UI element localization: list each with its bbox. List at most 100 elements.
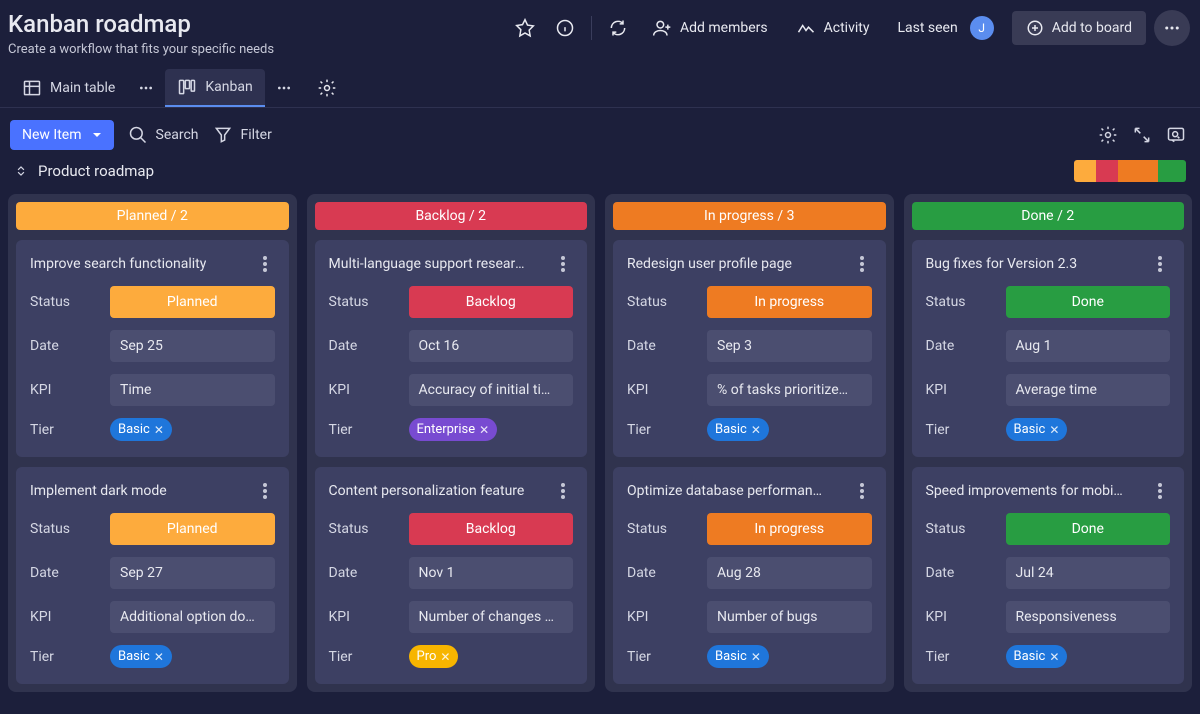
chip-remove-icon[interactable]: ✕	[1049, 423, 1059, 437]
kpi-value[interactable]: % of tasks prioritize…	[707, 374, 872, 406]
chip-remove-icon[interactable]: ✕	[751, 423, 761, 437]
card-menu-button[interactable]	[1150, 481, 1170, 501]
tier-value[interactable]: Basic ✕	[110, 418, 275, 441]
star-icon[interactable]	[509, 12, 541, 44]
date-value[interactable]: Nov 1	[409, 557, 574, 589]
tier-value[interactable]: Basic ✕	[1006, 418, 1171, 441]
field-tier: Tier Basic ✕	[30, 645, 275, 668]
chip-remove-icon[interactable]: ✕	[154, 423, 164, 437]
avatar[interactable]: J	[970, 16, 994, 40]
column-header[interactable]: Backlog / 2	[315, 202, 588, 230]
date-value[interactable]: Sep 3	[707, 330, 872, 362]
status-value[interactable]: Done	[1006, 513, 1171, 545]
card-title[interactable]: Optimize database performance	[627, 483, 827, 499]
card-menu-button[interactable]	[553, 254, 573, 274]
tab-kanban[interactable]: Kanban	[165, 69, 264, 107]
date-value[interactable]: Oct 16	[409, 330, 574, 362]
kanban-card[interactable]: Optimize database performance Status In …	[613, 467, 886, 684]
tier-value[interactable]: Enterprise ✕	[409, 418, 574, 441]
card-menu-button[interactable]	[1150, 254, 1170, 274]
progress-summary[interactable]	[1074, 160, 1186, 182]
field-status: Status In progress	[627, 286, 872, 318]
kpi-value[interactable]: Additional option do…	[110, 601, 275, 633]
column-header[interactable]: In progress / 3	[613, 202, 886, 230]
search-button[interactable]: Search	[128, 125, 199, 145]
refresh-icon[interactable]	[602, 12, 634, 44]
kanban-card[interactable]: Speed improvements for mobile a… Status …	[912, 467, 1185, 684]
kpi-value[interactable]: Number of bugs	[707, 601, 872, 633]
collapse-icon[interactable]	[1132, 125, 1152, 145]
info-icon[interactable]	[549, 12, 581, 44]
more-menu-button[interactable]	[1154, 10, 1190, 46]
comment-search-icon[interactable]	[1166, 125, 1186, 145]
card-title[interactable]: Bug fixes for Version 2.3	[926, 256, 1078, 272]
tier-value[interactable]: Pro ✕	[409, 645, 574, 668]
view-settings-icon[interactable]	[311, 72, 343, 104]
date-value[interactable]: Sep 25	[110, 330, 275, 362]
add-members-button[interactable]: Add members	[642, 12, 778, 44]
kpi-value[interactable]: Responsiveness	[1006, 601, 1171, 633]
column-header[interactable]: Planned / 2	[16, 202, 289, 230]
status-value[interactable]: Backlog	[409, 513, 574, 545]
card-menu-button[interactable]	[255, 481, 275, 501]
status-value[interactable]: Planned	[110, 513, 275, 545]
date-value[interactable]: Aug 1	[1006, 330, 1171, 362]
chip-remove-icon[interactable]: ✕	[479, 423, 489, 437]
kpi-value[interactable]: Time	[110, 374, 275, 406]
date-value[interactable]: Aug 28	[707, 557, 872, 589]
chip-remove-icon[interactable]: ✕	[154, 650, 164, 664]
tab-main-table[interactable]: Main table	[10, 70, 127, 106]
card-menu-button[interactable]	[852, 481, 872, 501]
tier-value[interactable]: Basic ✕	[707, 645, 872, 668]
card-menu-button[interactable]	[852, 254, 872, 274]
tier-value[interactable]: Basic ✕	[1006, 645, 1171, 668]
kpi-value[interactable]: Accuracy of initial ti…	[409, 374, 574, 406]
tab-kanban-more[interactable]	[271, 75, 297, 101]
field-label: KPI	[30, 609, 102, 625]
card-title[interactable]: Implement dark mode	[30, 483, 167, 499]
card-title[interactable]: Content personalization feature	[329, 483, 525, 499]
card-title[interactable]: Speed improvements for mobile a…	[926, 483, 1126, 499]
field-label: Date	[329, 338, 401, 354]
card-menu-button[interactable]	[255, 254, 275, 274]
filter-button[interactable]: Filter	[213, 125, 272, 145]
card-title[interactable]: Improve search functionality	[30, 256, 206, 272]
section-left[interactable]: Product roadmap	[14, 162, 154, 180]
chip-remove-icon[interactable]: ✕	[1049, 650, 1059, 664]
field-label: KPI	[627, 609, 699, 625]
kanban-card[interactable]: Improve search functionality Status Plan…	[16, 240, 289, 457]
status-value[interactable]: Backlog	[409, 286, 574, 318]
page-header: Kanban roadmap Create a workflow that fi…	[0, 0, 1200, 61]
last-seen[interactable]: Last seen J	[887, 10, 1003, 46]
field-date: Date Sep 25	[30, 330, 275, 362]
chip-remove-icon[interactable]: ✕	[751, 650, 761, 664]
kanban-card[interactable]: Bug fixes for Version 2.3 Status Done Da…	[912, 240, 1185, 457]
kanban-card[interactable]: Implement dark mode Status Planned Date …	[16, 467, 289, 684]
kanban-card[interactable]: Redesign user profile page Status In pro…	[613, 240, 886, 457]
kpi-value[interactable]: Average time	[1006, 374, 1171, 406]
column-header[interactable]: Done / 2	[912, 202, 1185, 230]
date-value[interactable]: Jul 24	[1006, 557, 1171, 589]
status-value[interactable]: In progress	[707, 513, 872, 545]
date-value[interactable]: Sep 27	[110, 557, 275, 589]
tab-main-table-more[interactable]	[133, 75, 159, 101]
card-menu-button[interactable]	[553, 481, 573, 501]
card-title[interactable]: Multi-language support research	[329, 256, 529, 272]
chip-remove-icon[interactable]: ✕	[440, 650, 450, 664]
tier-value[interactable]: Basic ✕	[110, 645, 275, 668]
kpi-value[interactable]: Number of changes …	[409, 601, 574, 633]
status-value[interactable]: In progress	[707, 286, 872, 318]
status-value[interactable]: Planned	[110, 286, 275, 318]
tier-value[interactable]: Basic ✕	[707, 418, 872, 441]
page-subtitle[interactable]: Create a workflow that fits your specifi…	[8, 42, 274, 57]
activity-button[interactable]: Activity	[786, 12, 880, 44]
status-value[interactable]: Done	[1006, 286, 1171, 318]
new-item-button[interactable]: New Item	[10, 120, 114, 150]
add-to-board-button[interactable]: Add to board	[1012, 11, 1146, 45]
field-label: Tier	[329, 422, 401, 438]
kanban-card[interactable]: Content personalization feature Status B…	[315, 467, 588, 684]
card-title[interactable]: Redesign user profile page	[627, 256, 792, 272]
kanban-card[interactable]: Multi-language support research Status B…	[315, 240, 588, 457]
gear-icon[interactable]	[1098, 125, 1118, 145]
last-seen-label: Last seen	[897, 20, 957, 36]
